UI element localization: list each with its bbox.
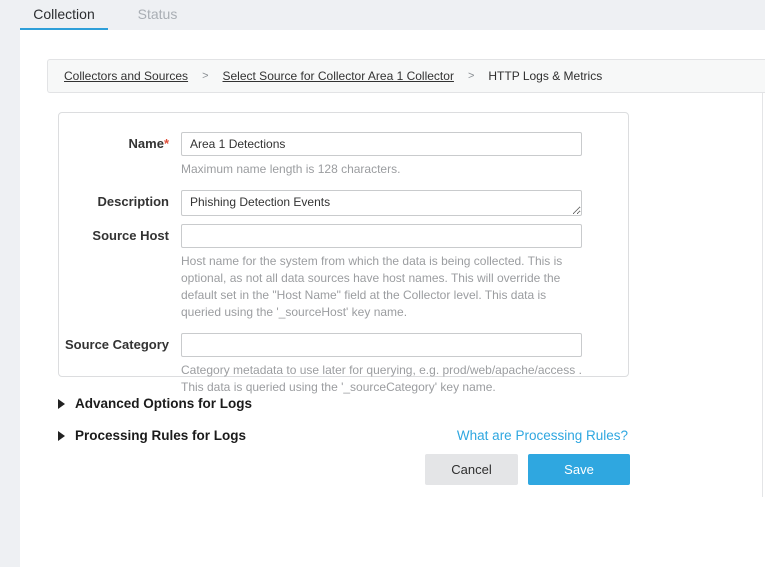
breadcrumb-link-select-source[interactable]: Select Source for Collector Area 1 Colle…	[223, 69, 454, 83]
name-label: Name*	[59, 132, 169, 178]
source-host-field-wrap: Host name for the system from which the …	[181, 224, 582, 321]
required-indicator: *	[164, 136, 169, 151]
cancel-button[interactable]: Cancel	[425, 454, 518, 485]
name-hint: Maximum name length is 128 characters.	[181, 161, 582, 178]
breadcrumb-separator: >	[468, 70, 474, 82]
advanced-options-title: Advanced Options for Logs	[75, 396, 252, 411]
breadcrumb-link-collectors-and-sources[interactable]: Collectors and Sources	[64, 69, 188, 83]
form-action-bar: Cancel Save	[58, 454, 630, 485]
form-row-name: Name* Maximum name length is 128 charact…	[59, 132, 628, 178]
processing-rules-row: Processing Rules for Logs What are Proce…	[58, 428, 628, 443]
source-category-field-wrap: Category metadata to use later for query…	[181, 333, 582, 396]
source-host-hint: Host name for the system from which the …	[181, 253, 582, 321]
source-config-form: Name* Maximum name length is 128 charact…	[58, 112, 629, 377]
processing-rules-help-link[interactable]: What are Processing Rules?	[457, 428, 628, 443]
processing-rules-toggle[interactable]: Processing Rules for Logs	[58, 428, 246, 443]
breadcrumb: Collectors and Sources > Select Source f…	[47, 59, 765, 93]
form-row-source-category: Source Category Category metadata to use…	[59, 333, 628, 396]
source-category-input[interactable]	[181, 333, 582, 357]
source-category-label: Source Category	[59, 333, 169, 396]
advanced-options-toggle[interactable]: Advanced Options for Logs	[58, 396, 252, 411]
panel-right-border	[762, 93, 763, 497]
processing-rules-title: Processing Rules for Logs	[75, 428, 246, 443]
description-input[interactable]: Phishing Detection Events	[181, 190, 582, 216]
name-label-text: Name	[129, 136, 164, 151]
save-button[interactable]: Save	[528, 454, 630, 485]
form-row-source-host: Source Host Host name for the system fro…	[59, 224, 628, 321]
screen: Collection Status Collectors and Sources…	[0, 0, 765, 567]
name-field-wrap: Maximum name length is 128 characters.	[181, 132, 582, 178]
caret-right-icon	[58, 431, 65, 441]
tab-bar: Collection Status	[0, 0, 765, 30]
breadcrumb-separator: >	[202, 70, 208, 82]
source-category-hint: Category metadata to use later for query…	[181, 362, 582, 396]
caret-right-icon	[58, 399, 65, 409]
form-row-description: Description Phishing Detection Events	[59, 190, 628, 216]
source-host-label: Source Host	[59, 224, 169, 321]
breadcrumb-current-page: HTTP Logs & Metrics	[488, 69, 602, 83]
description-field-wrap: Phishing Detection Events	[181, 190, 582, 216]
name-input[interactable]	[181, 132, 582, 156]
content-panel: Collectors and Sources > Select Source f…	[20, 30, 765, 567]
tab-collection[interactable]: Collection	[20, 0, 108, 30]
source-host-input[interactable]	[181, 224, 582, 248]
tab-status[interactable]: Status	[120, 0, 195, 30]
description-label: Description	[59, 190, 169, 216]
